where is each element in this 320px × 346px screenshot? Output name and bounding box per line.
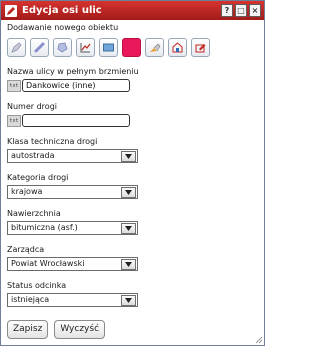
line-icon — [34, 42, 45, 53]
manager-value: Powiat Wrocławski — [11, 259, 85, 268]
help-button[interactable]: ? — [221, 4, 233, 17]
polygon-icon — [57, 42, 68, 53]
paint-icon — [150, 43, 161, 52]
technical-class-label: Klasa techniczna drogi — [7, 137, 98, 146]
edit-icon — [195, 44, 206, 53]
dropdown-arrow-button[interactable] — [121, 258, 136, 270]
category-label: Kategoria drogi — [7, 173, 69, 182]
point-tool-button[interactable] — [7, 38, 26, 57]
street-name-input[interactable] — [22, 79, 130, 92]
dialog-window: Edycja osi ulic ? □ × Dodawanie nowego o… — [0, 0, 265, 346]
edit-tool-button[interactable] — [191, 38, 210, 57]
color-swatch-icon — [125, 41, 138, 54]
line-tool-button[interactable] — [30, 38, 49, 57]
technical-class-select[interactable]: autostrada — [7, 149, 138, 163]
axis-tool-button[interactable] — [76, 38, 95, 57]
dropdown-arrow-button[interactable] — [121, 222, 136, 234]
surface-value: bitumiczna (asf.) — [11, 223, 78, 232]
rectangle-tool-button[interactable] — [99, 38, 118, 57]
status-select[interactable]: istniejąca — [7, 293, 138, 307]
chevron-down-icon — [125, 297, 132, 303]
technical-class-value: autostrada — [11, 151, 55, 160]
chevron-down-icon — [125, 189, 132, 195]
manager-label: Zarządca — [7, 245, 45, 254]
dialog-subtitle: Dodawanie nowego obiektu — [7, 23, 119, 32]
title-bar[interactable]: Edycja osi ulic ? □ × — [1, 1, 264, 20]
text-type-badge: txt — [7, 114, 21, 127]
maximize-button[interactable]: □ — [235, 4, 247, 17]
polygon-tool-button[interactable] — [53, 38, 72, 57]
dropdown-arrow-button[interactable] — [121, 186, 136, 198]
axis-chart-icon — [80, 43, 91, 53]
surface-select[interactable]: bitumiczna (asf.) — [7, 221, 138, 235]
rectangle-icon — [103, 43, 114, 52]
window-title: Edycja osi ulic — [22, 5, 102, 16]
road-number-label: Numer drogi — [7, 102, 57, 111]
chevron-down-icon — [125, 261, 132, 267]
chevron-down-icon — [125, 225, 132, 231]
color-swatch-button[interactable] — [122, 38, 141, 57]
close-button[interactable]: × — [249, 4, 261, 17]
pencil-app-icon — [5, 4, 17, 17]
category-value: krajowa — [11, 187, 43, 196]
point-icon — [11, 42, 22, 53]
home-edit-tool-button[interactable] — [168, 38, 187, 57]
resize-grip-icon[interactable] — [255, 336, 263, 344]
manager-select[interactable]: Powiat Wrocławski — [7, 257, 138, 271]
text-type-badge: txt — [7, 79, 21, 92]
paint-tool-button[interactable] — [145, 38, 164, 57]
street-name-label: Nazwa ulicy w pełnym brzmieniu — [7, 67, 139, 76]
dropdown-arrow-button[interactable] — [121, 294, 136, 306]
toolbar — [7, 38, 258, 57]
save-button[interactable]: Zapisz — [7, 320, 49, 339]
status-value: istniejąca — [11, 295, 50, 304]
status-label: Status odcinka — [7, 281, 67, 290]
dropdown-arrow-button[interactable] — [121, 150, 136, 162]
road-number-input[interactable] — [22, 114, 130, 127]
category-select[interactable]: krajowa — [7, 185, 138, 199]
surface-label: Nawierzchnia — [7, 209, 61, 218]
home-edit-icon — [172, 42, 183, 53]
chevron-down-icon — [125, 153, 132, 159]
clear-button[interactable]: Wyczyść — [54, 320, 106, 339]
